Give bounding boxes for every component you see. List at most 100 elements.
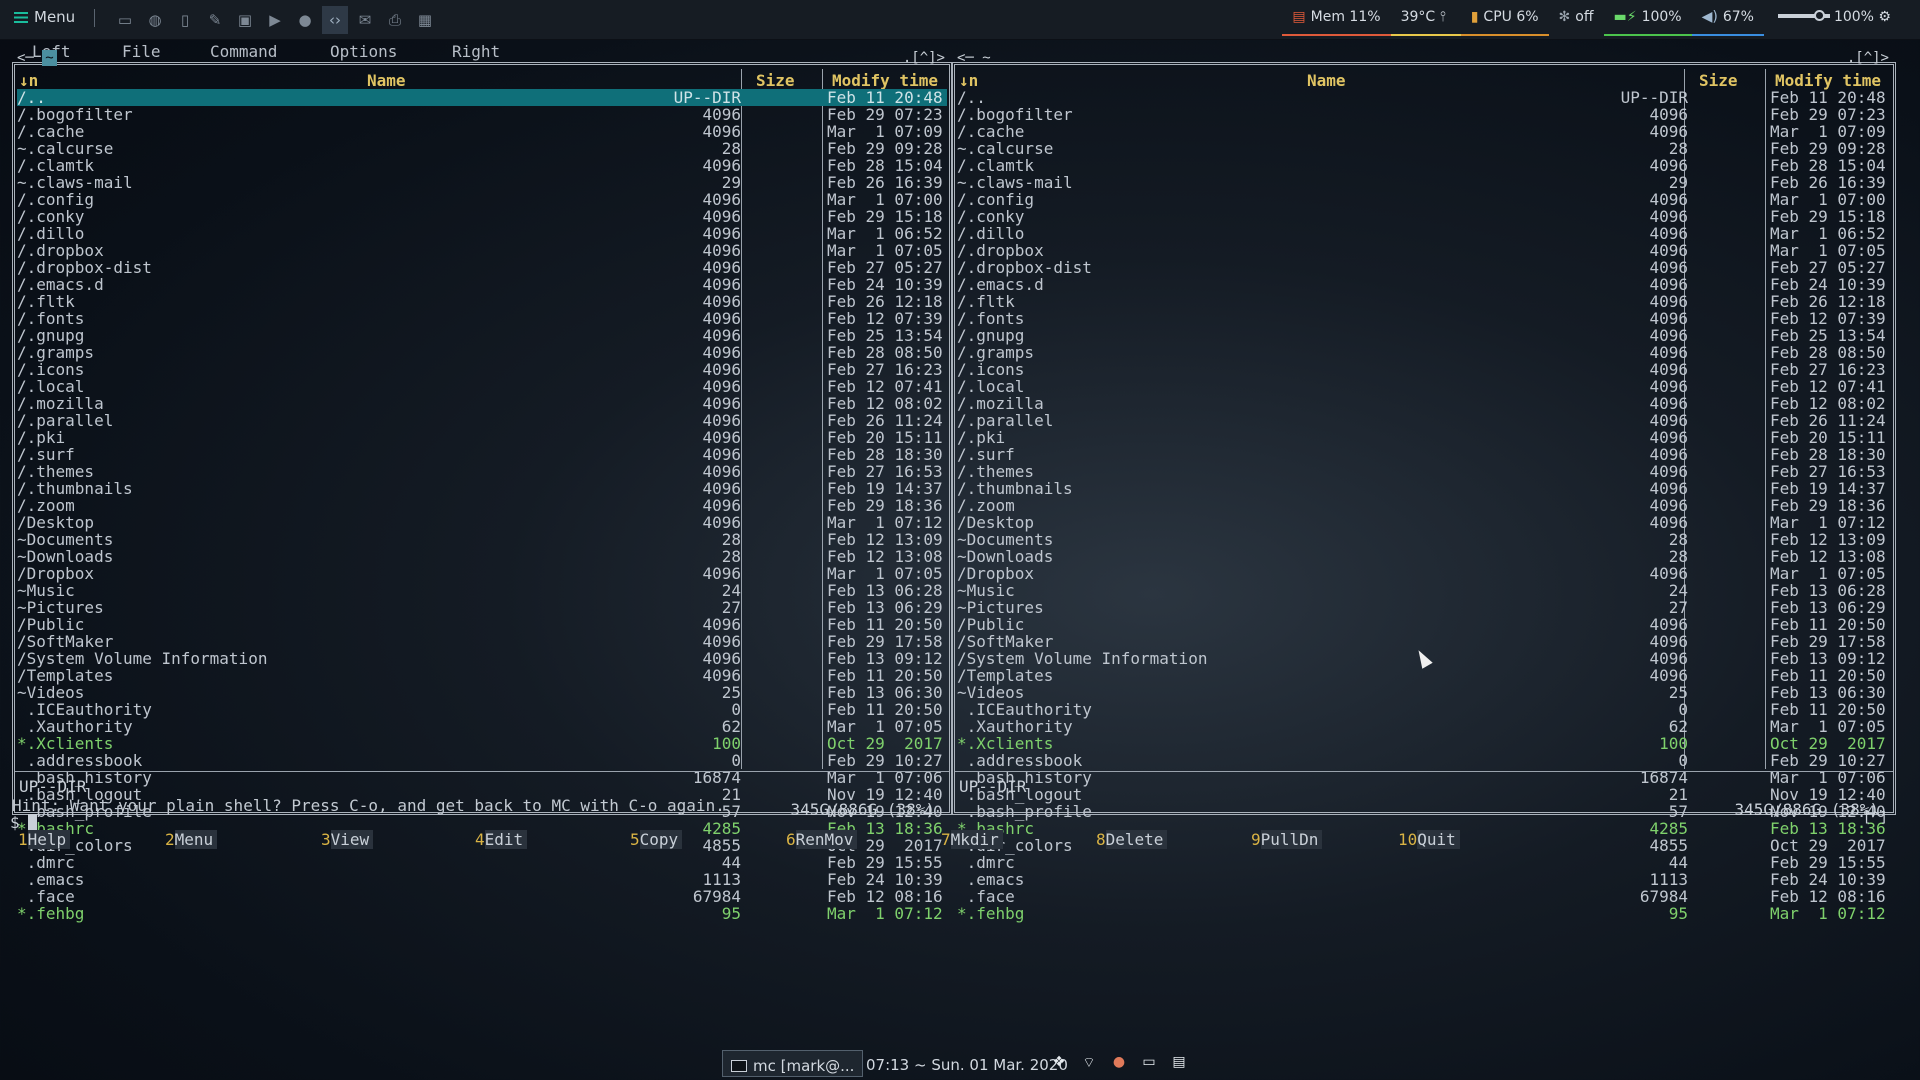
file-row[interactable]: /.surf 4096 Feb 28 18:30 [17, 446, 947, 463]
file-row[interactable]: ~Videos 25 Feb 13 06:30 [957, 684, 1891, 701]
file-row[interactable]: /.cache 4096 Mar 1 07:09 [957, 123, 1891, 140]
file-row[interactable]: /.gramps 4096 Feb 28 08:50 [957, 344, 1891, 361]
file-row[interactable]: /Public 4096 Feb 11 20:50 [957, 616, 1891, 633]
cpu-monitor[interactable]: ▮ CPU 6% [1460, 6, 1549, 36]
menu-button[interactable]: Menu [14, 8, 75, 26]
file-row[interactable]: /.. UP--DIR Feb 11 20:48 [17, 89, 947, 106]
file-row[interactable]: /.local 4096 Feb 12 07:41 [17, 378, 947, 395]
file-row[interactable]: /Public 4096 Feb 11 20:50 [17, 616, 947, 633]
file-row[interactable]: /Desktop 4096 Mar 1 07:12 [17, 514, 947, 531]
fkey-pulldn[interactable]: 9PullDn [1251, 830, 1323, 849]
mem-monitor[interactable]: ▤ Mem 11% [1282, 6, 1391, 36]
file-row[interactable]: /.bogofilter 4096 Feb 29 07:23 [957, 106, 1891, 123]
image-icon[interactable]: ▣ [232, 6, 258, 34]
file-row[interactable]: /System Volume Information 4096 Feb 13 09:… [17, 650, 947, 667]
file-row[interactable]: /.zoom 4096 Feb 29 18:36 [957, 497, 1891, 514]
file-row[interactable]: /.gnupg 4096 Feb 25 13:54 [957, 327, 1891, 344]
grid-icon[interactable]: ▦ [412, 6, 438, 34]
brightness-control[interactable]: 100% ⚙ [1764, 6, 1906, 36]
file-row[interactable]: /.local 4096 Feb 12 07:41 [957, 378, 1891, 395]
fkey-menu[interactable]: 2Menu [165, 830, 218, 849]
file-row[interactable]: ~.calcurse 28 Feb 29 09:28 [17, 140, 947, 157]
file-row[interactable]: /.fltk 4096 Feb 26 12:18 [17, 293, 947, 310]
dropbox-icon[interactable]: ❖ [1050, 1054, 1068, 1072]
file-row[interactable]: *.Xclients 100 Oct 29 2017 [957, 735, 1891, 752]
code-icon[interactable]: ‹› [322, 6, 348, 34]
file-row[interactable]: /.dillo 4096 Mar 1 06:52 [957, 225, 1891, 242]
file-row[interactable]: /.parallel 4096 Feb 26 11:24 [957, 412, 1891, 429]
file-row[interactable]: /.thumbnails 4096 Feb 19 14:37 [957, 480, 1891, 497]
battery-monitor[interactable]: ▬⚡ 100% [1603, 6, 1692, 36]
file-row[interactable]: /.gramps 4096 Feb 28 08:50 [17, 344, 947, 361]
file-row[interactable]: .face 67984 Feb 12 08:16 [17, 888, 947, 905]
clipboard-icon[interactable]: ▤ [1170, 1054, 1188, 1072]
file-row[interactable]: /.dropbox-dist 4096 Feb 27 05:27 [17, 259, 947, 276]
file-row[interactable]: /.clamtk 4096 Feb 28 15:04 [957, 157, 1891, 174]
file-row[interactable]: /.fonts 4096 Feb 12 07:39 [957, 310, 1891, 327]
file-row[interactable]: /.fltk 4096 Feb 26 12:18 [957, 293, 1891, 310]
file-row[interactable]: .emacs 1113 Feb 24 10:39 [17, 871, 947, 888]
file-row[interactable]: /.mozilla 4096 Feb 12 08:02 [17, 395, 947, 412]
file-row[interactable]: ~Documents 28 Feb 12 13:09 [17, 531, 947, 548]
volume-monitor[interactable]: ◀) 67% [1691, 6, 1764, 36]
fkey-edit[interactable]: 4Edit [475, 830, 528, 849]
file-row[interactable]: *.fehbg 95 Mar 1 07:12 [957, 905, 1891, 922]
size-column-header[interactable]: Size [1699, 71, 1738, 90]
file-row[interactable]: /.dropbox 4096 Mar 1 07:05 [957, 242, 1891, 259]
file-row[interactable]: ~Videos 25 Feb 13 06:30 [17, 684, 947, 701]
file-row[interactable]: /Templates 4096 Feb 11 20:50 [17, 667, 947, 684]
terminal-icon[interactable]: ▭ [112, 6, 138, 34]
file-row[interactable]: /.dropbox 4096 Mar 1 07:05 [17, 242, 947, 259]
right-panel-controls[interactable]: .[^]> [1847, 50, 1889, 66]
file-row[interactable]: ~Downloads 28 Feb 12 13:08 [957, 548, 1891, 565]
file-row[interactable]: /.icons 4096 Feb 27 16:23 [957, 361, 1891, 378]
file-row[interactable]: /Templates 4096 Feb 11 20:50 [957, 667, 1891, 684]
file-row[interactable]: *.fehbg 95 Mar 1 07:12 [17, 905, 947, 922]
mail-icon[interactable]: ✉ [352, 6, 378, 34]
file-row[interactable]: ~Downloads 28 Feb 12 13:08 [17, 548, 947, 565]
wifi-icon[interactable]: ⌔ [1080, 1054, 1098, 1072]
file-row[interactable]: /.emacs.d 4096 Feb 24 10:39 [17, 276, 947, 293]
file-row[interactable]: /Desktop 4096 Mar 1 07:12 [957, 514, 1891, 531]
file-row[interactable]: /.config 4096 Mar 1 07:00 [957, 191, 1891, 208]
file-row[interactable]: .addressbook 0 Feb 29 10:27 [17, 752, 947, 769]
file-row[interactable]: /.. UP--DIR Feb 11 20:48 [957, 89, 1891, 106]
brightness-slider[interactable] [1777, 9, 1830, 21]
size-column-header[interactable]: Size [756, 71, 795, 90]
fkey-mkdir[interactable]: 7Mkdir [941, 830, 1003, 849]
file-row[interactable]: /.surf 4096 Feb 28 18:30 [957, 446, 1891, 463]
file-row[interactable]: /Dropbox 4096 Mar 1 07:05 [957, 565, 1891, 582]
file-icon[interactable]: ▯ [172, 6, 198, 34]
file-row[interactable]: ~Documents 28 Feb 12 13:09 [957, 531, 1891, 548]
file-row[interactable]: /.themes 4096 Feb 27 16:53 [17, 463, 947, 480]
file-row[interactable]: /.pki 4096 Feb 20 15:11 [957, 429, 1891, 446]
file-row[interactable]: .Xauthority 62 Mar 1 07:05 [957, 718, 1891, 735]
file-row[interactable]: /.mozilla 4096 Feb 12 08:02 [957, 395, 1891, 412]
mic-icon[interactable]: ● [292, 6, 318, 34]
file-row[interactable]: ~.claws-mail 29 Feb 26 16:39 [17, 174, 947, 191]
left-panel-path[interactable]: ~ [42, 50, 57, 66]
left-panel-controls[interactable]: .[^]> [903, 50, 945, 66]
file-row[interactable]: /.clamtk 4096 Feb 28 15:04 [17, 157, 947, 174]
file-row[interactable]: .addressbook 0 Feb 29 10:27 [957, 752, 1891, 769]
temp-monitor[interactable]: 39°C ⫯ [1390, 6, 1461, 36]
name-column-header[interactable]: Name [367, 71, 406, 90]
file-row[interactable]: .ICEauthority 0 Feb 11 20:50 [957, 701, 1891, 718]
fkey-view[interactable]: 3View [321, 830, 374, 849]
file-row[interactable]: .face 67984 Feb 12 08:16 [957, 888, 1891, 905]
fkey-delete[interactable]: 8Delete [1096, 830, 1168, 849]
edit-icon[interactable]: ✎ [202, 6, 228, 34]
file-row[interactable]: /SoftMaker 4096 Feb 29 17:58 [17, 633, 947, 650]
file-row[interactable]: .dmrc 44 Feb 29 15:55 [957, 854, 1891, 871]
file-row[interactable]: /.parallel 4096 Feb 26 11:24 [17, 412, 947, 429]
file-row[interactable]: /.fonts 4096 Feb 12 07:39 [17, 310, 947, 327]
file-row[interactable]: /.dropbox-dist 4096 Feb 27 05:27 [957, 259, 1891, 276]
globe-icon[interactable]: ◍ [142, 6, 168, 34]
clock[interactable]: 07:13 ~ Sun. 01 Mar. 2020 [866, 1056, 1068, 1074]
fkey-copy[interactable]: 5Copy [630, 830, 683, 849]
file-row[interactable]: .ICEauthority 0 Feb 11 20:50 [17, 701, 947, 718]
file-row[interactable]: /.pki 4096 Feb 20 15:11 [17, 429, 947, 446]
left-panel[interactable]: <─ ~ .[^]> ↓n Name Size Modify time /.. U… [12, 50, 952, 922]
left-file-list[interactable]: /.. UP--DIR Feb 11 20:48 /.bogofilter 4096 Fe… [17, 89, 947, 922]
file-row[interactable]: ~Pictures 27 Feb 13 06:29 [17, 599, 947, 616]
